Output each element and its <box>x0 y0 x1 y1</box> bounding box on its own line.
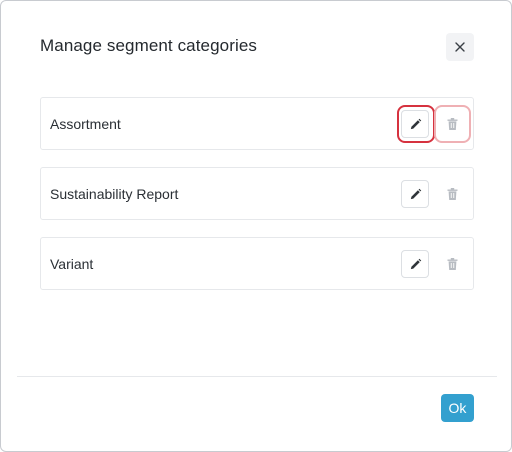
pencil-icon <box>410 258 421 269</box>
pencil-icon <box>410 188 421 199</box>
trash-icon <box>447 188 457 200</box>
delete-button[interactable] <box>438 110 466 138</box>
list-item: Assortment <box>40 97 474 150</box>
list-item: Variant <box>40 237 474 290</box>
trash-icon <box>447 118 457 130</box>
category-label: Variant <box>50 255 94 272</box>
category-list: Assortment Sustainability Report Variant <box>40 97 474 307</box>
delete-button[interactable] <box>438 180 466 208</box>
category-label: Assortment <box>50 115 121 132</box>
edit-button[interactable] <box>401 180 429 208</box>
ok-button[interactable]: Ok <box>441 394 474 422</box>
close-button[interactable] <box>446 33 474 61</box>
delete-button[interactable] <box>438 250 466 278</box>
manage-categories-dialog: Manage segment categories Assortment Sus… <box>0 0 512 452</box>
dialog-title: Manage segment categories <box>40 36 258 55</box>
pencil-icon <box>410 118 421 129</box>
edit-button[interactable] <box>401 110 429 138</box>
list-item: Sustainability Report <box>40 167 474 220</box>
trash-icon <box>447 258 457 270</box>
edit-button[interactable] <box>401 250 429 278</box>
close-icon <box>455 42 465 52</box>
footer-divider <box>17 376 497 377</box>
category-label: Sustainability Report <box>50 185 179 202</box>
